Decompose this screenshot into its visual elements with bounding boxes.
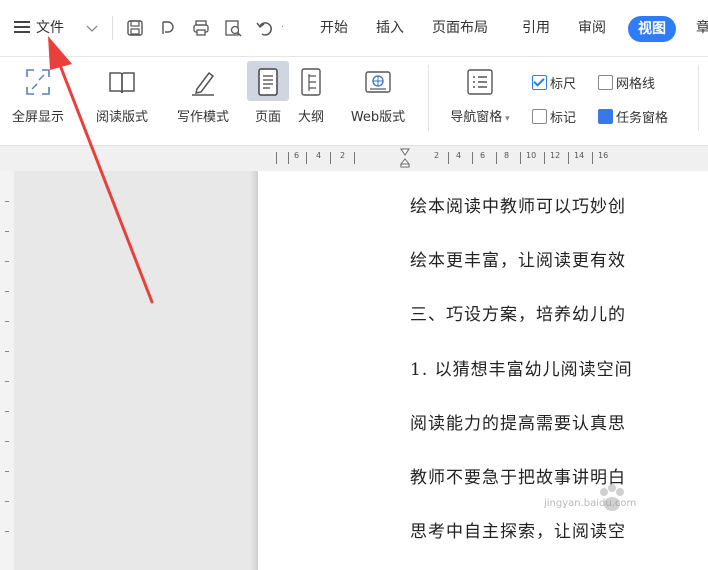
- navigation-pane-text: 导航窗格: [450, 110, 503, 125]
- vertical-ruler[interactable]: [0, 171, 14, 570]
- ruler-tick: [306, 152, 307, 164]
- outline-label: 大纲: [297, 110, 324, 125]
- tab-review[interactable]: 审阅: [578, 0, 606, 56]
- divider: [112, 16, 113, 40]
- ruler-mark: 14: [574, 151, 585, 160]
- ribbon-divider: [428, 65, 429, 131]
- outline-button[interactable]: 大纲: [292, 57, 330, 145]
- fullscreen-label: 全屏显示: [11, 110, 64, 125]
- ruler-mark: 6: [480, 151, 486, 160]
- tab-references[interactable]: 引用: [522, 0, 550, 56]
- ruler-tick: [288, 152, 289, 164]
- undo-dropdown-icon[interactable]: ·: [281, 0, 284, 56]
- marks-checkbox[interactable]: 标记: [532, 107, 576, 126]
- tab-home[interactable]: 开始: [320, 0, 348, 56]
- ruler-tick: [520, 152, 521, 164]
- navigation-pane-label: 导航窗格 ▾: [440, 106, 520, 125]
- print-preview-icon[interactable]: [224, 19, 242, 37]
- marks-checkbox-label: 标记: [550, 111, 577, 126]
- tab-page-layout[interactable]: 页面布局: [432, 0, 488, 56]
- ruler-mark: 4: [316, 151, 322, 160]
- web-layout-button[interactable]: Web版式: [340, 57, 416, 145]
- document-line[interactable]: 绘本阅读中教师可以巧妙创: [410, 192, 626, 217]
- task-pane-checkbox[interactable]: 任务窗格: [598, 107, 668, 126]
- gridlines-checkbox-label: 网格线: [616, 77, 656, 92]
- ruler-mark: 16: [598, 151, 609, 160]
- ruler-tick: [592, 152, 593, 164]
- menu-hamburger-icon[interactable]: [14, 21, 30, 33]
- navigation-pane-icon: [467, 69, 493, 95]
- file-menu-label[interactable]: 文件: [36, 0, 64, 56]
- workspace-background: [14, 171, 256, 570]
- page-icon: [258, 68, 278, 96]
- ruler-tick: [276, 152, 277, 164]
- checkbox-checked-icon: [532, 75, 547, 90]
- ribbon-divider: [698, 65, 699, 131]
- ruler-tick: [544, 152, 545, 164]
- ruler-mark: 8: [504, 151, 510, 160]
- document-page[interactable]: 绘本阅读中教师可以巧妙创 绘本更丰富，让阅读更有效 三、巧设方案，培养幼儿的 1…: [258, 171, 708, 570]
- tab-chapter[interactable]: 章: [696, 0, 708, 56]
- web-layout-label: Web版式: [350, 110, 406, 125]
- book-icon: [109, 72, 135, 94]
- document-line[interactable]: 绘本更丰富，让阅读更有效: [410, 246, 626, 271]
- outline-icon: [301, 68, 321, 96]
- horizontal-ruler-bar: 6 4 2 2 4 6 8 10 12 14 16: [0, 145, 708, 172]
- checkbox-unchecked-icon: [532, 109, 547, 124]
- navigation-pane-button[interactable]: 导航窗格 ▾: [440, 57, 520, 145]
- task-pane-checkbox-label: 任务窗格: [616, 111, 669, 126]
- watermark: jingyan.baidu.com: [544, 484, 636, 511]
- paw-logo-icon: [600, 484, 624, 511]
- ruler-tick: [472, 152, 473, 164]
- tab-view[interactable]: 视图: [628, 16, 676, 42]
- ruler-tick: [448, 152, 449, 164]
- chevron-down-icon[interactable]: [86, 22, 98, 34]
- indent-marker-icon[interactable]: [400, 148, 410, 168]
- ruler-mark: 2: [340, 151, 346, 160]
- undo-icon[interactable]: [256, 19, 274, 37]
- menu-bar: 文件 · 开始 插入 页面布局 引用 审阅 视图 章: [0, 0, 708, 57]
- ribbon-view: 全屏显示 阅读版式 写作模式 页面 大纲 Web版式 导航窗格 ▾ 标尺 网格线…: [0, 57, 708, 145]
- document-line[interactable]: 思考中自主探索，让阅读空: [410, 517, 626, 542]
- task-pane-icon: [598, 109, 613, 124]
- tab-insert[interactable]: 插入: [376, 0, 404, 56]
- ruler-mark: 6: [294, 151, 300, 160]
- ruler-tick: [496, 152, 497, 164]
- horizontal-ruler[interactable]: 6 4 2 2 4 6 8 10 12 14 16: [276, 148, 708, 168]
- reading-layout-button[interactable]: 阅读版式: [90, 57, 154, 145]
- reading-layout-label: 阅读版式: [95, 110, 148, 125]
- ruler-mark: 4: [456, 151, 462, 160]
- document-line[interactable]: 1. 以猜想丰富幼儿阅读空间: [410, 355, 633, 380]
- fullscreen-icon: [26, 69, 50, 95]
- ruler-mark: 12: [550, 151, 561, 160]
- writing-mode-label: 写作模式: [176, 110, 229, 125]
- page-view-label: 页面: [254, 110, 281, 125]
- fullscreen-button[interactable]: 全屏显示: [6, 57, 70, 145]
- page-shadow: [250, 171, 258, 570]
- page-view-button[interactable]: 页面: [247, 57, 289, 145]
- web-icon: [365, 71, 391, 93]
- ruler-tick: [354, 152, 355, 164]
- document-line[interactable]: 三、巧设方案，培养幼儿的: [410, 300, 626, 325]
- ruler-tick: [568, 152, 569, 164]
- ruler-tick: [330, 152, 331, 164]
- ruler-mark: 2: [434, 151, 440, 160]
- writing-mode-button[interactable]: 写作模式: [168, 57, 238, 145]
- print-icon[interactable]: [192, 19, 210, 37]
- ruler-checkbox-label: 标尺: [550, 77, 577, 92]
- pen-icon: [192, 71, 215, 96]
- dropdown-icon: ▾: [502, 114, 510, 124]
- gridlines-checkbox[interactable]: 网格线: [598, 73, 655, 92]
- ruler-mark: 10: [526, 151, 537, 160]
- checkbox-unchecked-icon: [598, 75, 613, 90]
- ruler-checkbox[interactable]: 标尺: [532, 73, 576, 92]
- document-line[interactable]: 阅读能力的提高需要认真思: [410, 409, 626, 434]
- output-icon[interactable]: [158, 19, 176, 37]
- save-icon[interactable]: [126, 19, 144, 37]
